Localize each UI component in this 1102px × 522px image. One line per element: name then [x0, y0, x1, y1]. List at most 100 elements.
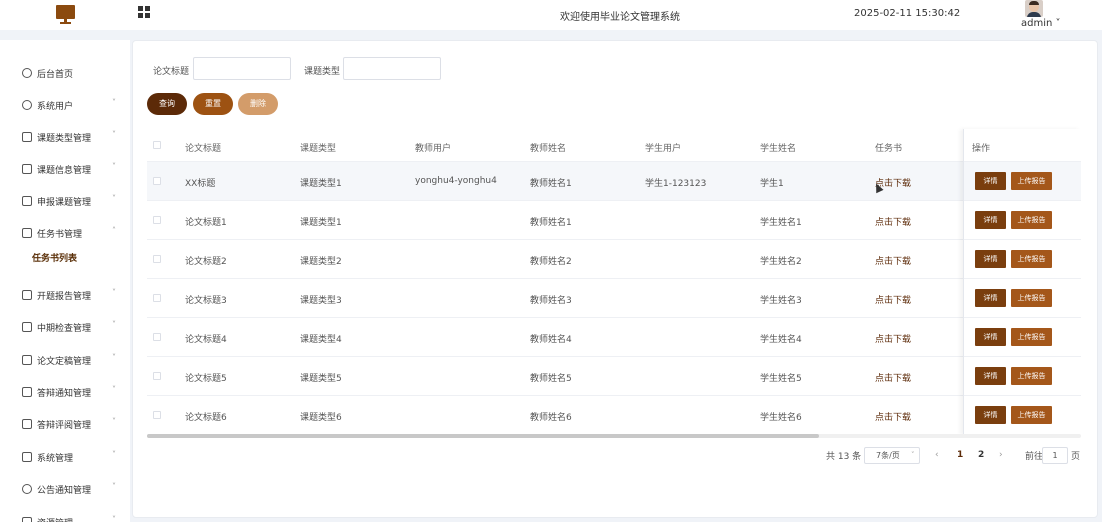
sidebar-item-9[interactable]: 答辩通知管理 ˅: [0, 376, 130, 408]
table-row[interactable]: 论文标题1 课题类型1 教师姓名1 学生姓名1 点击下载: [147, 200, 1081, 239]
reset-button[interactable]: 重置: [193, 93, 233, 115]
table-header-row: 论文标题 课题类型 教师用户 教师姓名 学生用户 学生姓名 任务书 操作: [147, 129, 1081, 161]
folder-icon: [22, 452, 32, 462]
table-cell: 课题类型5: [300, 374, 342, 384]
detail-button[interactable]: 详情: [975, 250, 1006, 268]
table-cell: 学生1-123123: [645, 179, 707, 189]
table-row[interactable]: 论文标题6 课题类型6 教师姓名6 学生姓名6 点击下载: [147, 395, 1081, 434]
table-cell: 学生1: [760, 179, 784, 189]
table-row[interactable]: 论文标题4 课题类型4 教师姓名4 学生姓名4 点击下载: [147, 317, 1081, 356]
goto-label: 前往: [1025, 452, 1044, 462]
upload-report-button[interactable]: 上传报告: [1011, 328, 1052, 346]
type-search-input[interactable]: [343, 57, 441, 80]
sidebar-subitem-task-list[interactable]: 任务书列表: [8, 243, 130, 269]
chevron-down-icon: ˅: [112, 385, 116, 394]
detail-button[interactable]: 详情: [975, 211, 1006, 229]
prev-page-button[interactable]: ‹: [935, 450, 939, 460]
table-cell: 教师姓名3: [530, 296, 572, 306]
upload-report-button[interactable]: 上传报告: [1011, 406, 1052, 424]
table-cell: yonghu4-yonghu4: [415, 176, 497, 186]
download-link[interactable]: 点击下载: [875, 371, 911, 384]
sidebar-item-13[interactable]: 资源管理 ˅: [0, 506, 130, 522]
page-1-button[interactable]: 1: [957, 450, 963, 460]
sidebar: 后台首页 系统用户 ˅ 课题类型管理 ˅ 课题信息管理 ˅ 申报课题管理 ˅ 任务书管理 ˄ 开题报告…: [0, 30, 130, 522]
list-icon: [22, 228, 32, 238]
table-cell: 学生姓名6: [760, 413, 802, 423]
column-header: 学生用户: [645, 144, 682, 154]
page-size-select[interactable]: 7条/页 ˅: [864, 447, 920, 464]
detail-button[interactable]: 详情: [975, 172, 1006, 190]
sidebar-item-label: 论文定稿管理: [37, 357, 92, 367]
upload-report-button[interactable]: 上传报告: [1011, 172, 1052, 190]
sidebar-item-4[interactable]: 申报课题管理 ˅: [0, 185, 130, 217]
title-search-input[interactable]: [193, 57, 291, 80]
page-2-button[interactable]: 2: [978, 450, 984, 460]
query-button[interactable]: 查询: [147, 93, 187, 115]
chevron-down-icon: ˅: [112, 130, 116, 139]
sidebar-item-10[interactable]: 答辩评阅管理 ˅: [0, 408, 130, 440]
sidebar-item-3[interactable]: 课题信息管理 ˅: [0, 153, 130, 185]
next-page-button[interactable]: ›: [999, 450, 1003, 460]
upload-report-button[interactable]: 上传报告: [1011, 211, 1052, 229]
list-icon: [22, 387, 32, 397]
table-cell: XX标题: [185, 179, 216, 189]
goto-page-input[interactable]: 1: [1042, 447, 1068, 464]
row-checkbox[interactable]: [153, 294, 161, 302]
table-cell: 论文标题3: [185, 296, 227, 306]
sidebar-item-7[interactable]: 中期检查管理 ˅: [0, 311, 130, 343]
column-header: 论文标题: [185, 144, 222, 154]
download-link[interactable]: 点击下载: [875, 332, 911, 345]
list-icon: [22, 419, 32, 429]
sidebar-item-label: 课题信息管理: [37, 166, 92, 176]
row-checkbox[interactable]: [153, 216, 161, 224]
upload-report-button[interactable]: 上传报告: [1011, 250, 1052, 268]
sidebar-item-0[interactable]: 后台首页: [0, 57, 130, 89]
table-cell: 论文标题6: [185, 413, 227, 423]
download-link[interactable]: 点击下载: [875, 215, 911, 228]
column-header: 教师姓名: [530, 144, 567, 154]
table-row[interactable]: 论文标题5 课题类型5 教师姓名5 学生姓名5 点击下载: [147, 356, 1081, 395]
sidebar-item-12[interactable]: 公告通知管理 ˅: [0, 473, 130, 505]
detail-button[interactable]: 详情: [975, 328, 1006, 346]
detail-button[interactable]: 详情: [975, 289, 1006, 307]
system-title: 欢迎使用毕业论文管理系统: [560, 12, 680, 23]
avatar[interactable]: [1025, 0, 1043, 17]
select-all-checkbox[interactable]: [153, 141, 161, 149]
detail-button[interactable]: 详情: [975, 406, 1006, 424]
sidebar-item-6[interactable]: 开题报告管理 ˅: [0, 279, 130, 311]
sidebar-item-8[interactable]: 论文定稿管理 ˅: [0, 344, 130, 376]
username: admin: [1021, 18, 1053, 29]
detail-button[interactable]: 详情: [975, 367, 1006, 385]
sidebar-subitem-label: 任务书列表: [32, 254, 78, 264]
sidebar-item-label: 申报课题管理: [37, 198, 92, 208]
sidebar-item-1[interactable]: 系统用户 ˅: [0, 89, 130, 121]
table-cell: 课题类型1: [300, 218, 342, 228]
user-icon: [22, 100, 32, 110]
row-checkbox[interactable]: [153, 177, 161, 185]
upload-report-button[interactable]: 上传报告: [1011, 367, 1052, 385]
table-row[interactable]: XX标题 课题类型1 yonghu4-yonghu4 教师姓名1 学生1-123123 学…: [147, 161, 1081, 200]
delete-button[interactable]: 删除: [238, 93, 278, 115]
download-link[interactable]: 点击下载: [875, 410, 911, 423]
user-menu[interactable]: admin ˅: [1021, 18, 1061, 29]
row-checkbox[interactable]: [153, 255, 161, 263]
upload-report-button[interactable]: 上传报告: [1011, 289, 1052, 307]
table-row[interactable]: 论文标题3 课题类型3 教师姓名3 学生姓名3 点击下载: [147, 278, 1081, 317]
row-checkbox[interactable]: [153, 411, 161, 419]
table-row[interactable]: 论文标题2 课题类型2 教师姓名2 学生姓名2 点击下载: [147, 239, 1081, 278]
list-icon: [22, 196, 32, 206]
row-checkbox[interactable]: [153, 333, 161, 341]
current-datetime: 2025-02-11 15:30:42: [854, 8, 961, 19]
table-cell: 教师姓名1: [530, 179, 572, 189]
sidebar-item-2[interactable]: 课题类型管理 ˅: [0, 121, 130, 153]
grid-menu-icon[interactable]: [138, 6, 151, 19]
chevron-down-icon: ˅: [112, 162, 116, 171]
table-cell: 论文标题4: [185, 335, 227, 345]
operations-column: 详情 上传报告 详情 上传报告 详情 上传报告 详情 上传报告 详情 上传报告 详情 上传报告 详情 上传…: [963, 129, 1081, 435]
table-cell: 学生姓名2: [760, 257, 802, 267]
sidebar-item-11[interactable]: 系统管理 ˅: [0, 441, 130, 473]
horizontal-scrollbar[interactable]: [147, 434, 1081, 438]
download-link[interactable]: 点击下载: [875, 293, 911, 306]
download-link[interactable]: 点击下载: [875, 254, 911, 267]
row-checkbox[interactable]: [153, 372, 161, 380]
